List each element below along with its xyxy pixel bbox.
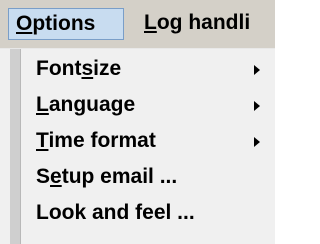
menu-item-language-label: Language [36,93,136,116]
menu-item-fontsize-label: Fontsize [36,57,122,80]
menu-log-handling-mnemonic: L [144,11,157,34]
menu-options-label-end: ptions [32,12,96,35]
menu-item-fontsize[interactable]: Fontsize [36,51,271,87]
menu-options[interactable]: Options [8,8,124,40]
menu-item-setup-email-label: Setup email ... [36,165,178,188]
menu-options-mnemonic: O [16,12,33,35]
menu-item-time-format-label: Time format [36,129,156,152]
menu-log-handling-label-end: og handli [156,11,251,34]
menu-log-handling[interactable]: Log handli [144,8,275,40]
menu-gutter-divider [20,49,21,244]
options-dropdown-menu: Fontsize Language Time format Setup emai… [0,48,275,244]
menu-item-look-and-feel[interactable]: Look and feel ... [36,195,271,231]
submenu-arrow-icon [254,137,260,147]
menu-bar: Options Log handli [0,0,275,48]
submenu-arrow-icon [254,101,260,111]
submenu-arrow-icon [254,65,260,75]
menu-item-look-and-feel-label: Look and feel ... [36,201,195,224]
menu-icon-gutter [10,49,20,244]
menu-item-language[interactable]: Language [36,87,271,123]
menu-item-setup-email[interactable]: Setup email ... [36,159,271,195]
menu-item-time-format[interactable]: Time format [36,123,271,159]
